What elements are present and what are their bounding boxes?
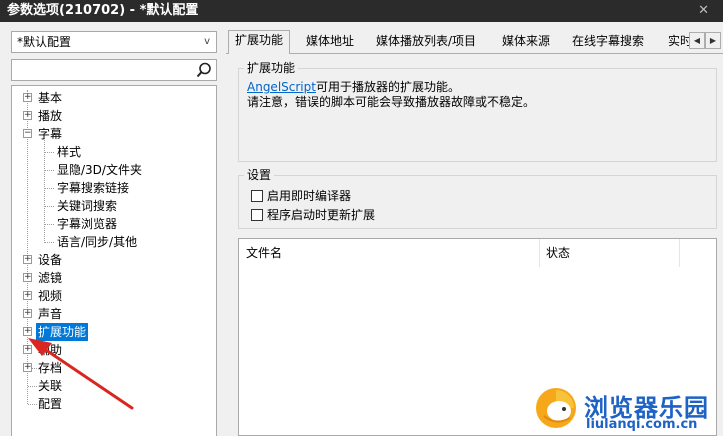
angelscript-link[interactable]: AngelScript — [247, 80, 316, 94]
extension-info-line1-text: 可用于播放器的扩展功能。 — [315, 80, 460, 94]
tree-item-label: 关联 — [38, 379, 63, 393]
extension-info-line2: 请注意，错误的脚本可能会导致播放器故障或不稳定。 — [247, 95, 536, 109]
window-titlebar: 参数选项(210702) - *默认配置 ✕ — [0, 0, 723, 22]
jit-compiler-option[interactable]: 启用即时编译器 — [251, 188, 351, 204]
expand-icon[interactable]: + — [23, 255, 32, 264]
search-field[interactable] — [11, 59, 217, 81]
tree-item-label: 字幕 — [38, 127, 63, 141]
profile-select-value: *默认配置 — [17, 35, 72, 49]
expand-icon[interactable]: + — [23, 291, 32, 300]
tree-item-label: 配置 — [38, 397, 63, 411]
tree-item-label: 基本 — [38, 91, 63, 105]
chevron-down-icon: v — [204, 36, 210, 47]
close-icon[interactable]: ✕ — [698, 0, 709, 22]
extension-info-group-title: 扩展功能 — [244, 61, 299, 75]
tree-item-label: 视频 — [38, 289, 63, 303]
tree-item-filters[interactable]: + 滤镜 — [12, 269, 216, 287]
tree-item-config[interactable]: 配置 — [12, 395, 216, 413]
tab-media-address[interactable]: 媒体地址 — [300, 32, 360, 53]
watermark: 浏览器乐园 liulanqi.com.cn — [534, 384, 723, 436]
tree-item-label: 设备 — [38, 253, 63, 267]
tree-item-label: 字幕搜索链接 — [57, 181, 130, 195]
tree-item-label: 存档 — [38, 361, 63, 375]
tree-item-subtitle-style[interactable]: 样式 — [12, 143, 216, 161]
tree-item-audio[interactable]: + 声音 — [12, 305, 216, 323]
browser-park-logo-icon — [536, 388, 576, 428]
tree-item-label: 关键词搜索 — [57, 199, 118, 213]
search-input[interactable] — [15, 61, 195, 79]
tab-online-subtitle-search[interactable]: 在线字幕搜索 — [566, 32, 650, 53]
expand-icon[interactable]: + — [23, 309, 32, 318]
settings-tree[interactable]: + 基本 + 播放 − 字幕 样式 显隐/3D/文件夹 字幕搜索链接 关键词搜索… — [11, 85, 217, 436]
jit-compiler-label: 启用即时编译器 — [267, 189, 352, 203]
expand-icon[interactable]: + — [23, 93, 32, 102]
jit-compiler-checkbox[interactable] — [251, 190, 263, 202]
tree-item-label: 样式 — [57, 145, 82, 159]
tree-item-keyword-search[interactable]: 关键词搜索 — [12, 197, 216, 215]
tree-item-label: 辅助 — [38, 343, 63, 357]
tree-item-video[interactable]: + 视频 — [12, 287, 216, 305]
tree-item-label: 语言/同步/其他 — [57, 235, 138, 249]
column-divider[interactable] — [679, 239, 680, 267]
tree-item-label: 显隐/3D/文件夹 — [57, 163, 142, 177]
expand-icon[interactable]: + — [23, 363, 32, 372]
tree-item-accessibility[interactable]: + 辅助 — [12, 341, 216, 359]
tree-item-label: 字幕浏览器 — [57, 217, 118, 231]
expand-icon[interactable]: + — [23, 345, 32, 354]
tab-scroll-left-icon[interactable]: ◀ — [689, 32, 705, 49]
watermark-url: liulanqi.com.cn — [586, 417, 698, 432]
tree-item-subtitle-browser[interactable]: 字幕浏览器 — [12, 215, 216, 233]
expand-icon[interactable]: + — [23, 111, 32, 120]
tree-item-label: 播放 — [38, 109, 63, 123]
tree-item-language-sync[interactable]: 语言/同步/其他 — [12, 233, 216, 251]
update-on-start-label: 程序启动时更新扩展 — [267, 208, 376, 222]
tree-item-label: 声音 — [38, 307, 63, 321]
window-title: 参数选项(210702) - *默认配置 — [7, 3, 199, 18]
tree-item-basic[interactable]: + 基本 — [12, 89, 216, 107]
tree-item-label: 滤镜 — [38, 271, 63, 285]
tree-item-playback[interactable]: + 播放 — [12, 107, 216, 125]
tree-item-devices[interactable]: + 设备 — [12, 251, 216, 269]
tab-media-source[interactable]: 媒体来源 — [496, 32, 556, 53]
expand-icon[interactable]: + — [23, 327, 32, 336]
tree-item-subtitle-search-links[interactable]: 字幕搜索链接 — [12, 179, 216, 197]
collapse-icon[interactable]: − — [23, 129, 32, 138]
update-on-start-checkbox[interactable] — [251, 209, 263, 221]
column-header-status[interactable]: 状态 — [539, 239, 679, 267]
search-icon[interactable] — [195, 61, 213, 79]
tree-item-label: 扩展功能 — [36, 323, 89, 341]
expand-icon[interactable]: + — [23, 273, 32, 282]
extension-info-line1: AngelScript可用于播放器的扩展功能。 — [247, 80, 460, 95]
tab-strip: 扩展功能 媒体地址 媒体播放列表/项目 媒体来源 在线字幕搜索 实时 ◀ ▶ — [226, 30, 723, 54]
tab-scroll-right-icon[interactable]: ▶ — [705, 32, 721, 49]
settings-group-title: 设置 — [244, 168, 275, 182]
tree-item-archive[interactable]: + 存档 — [12, 359, 216, 377]
tree-item-associations[interactable]: 关联 — [12, 377, 216, 395]
tree-item-subtitles[interactable]: − 字幕 — [12, 125, 216, 143]
tree-item-subtitle-display[interactable]: 显隐/3D/文件夹 — [12, 161, 216, 179]
tab-extensions[interactable]: 扩展功能 — [228, 30, 291, 54]
column-header-filename[interactable]: 文件名 — [239, 239, 539, 267]
update-on-start-option[interactable]: 程序启动时更新扩展 — [251, 207, 375, 223]
tab-media-playlist[interactable]: 媒体播放列表/项目 — [370, 32, 482, 53]
profile-select[interactable]: *默认配置 v — [11, 31, 217, 53]
tree-item-extensions[interactable]: + 扩展功能 — [12, 323, 216, 341]
